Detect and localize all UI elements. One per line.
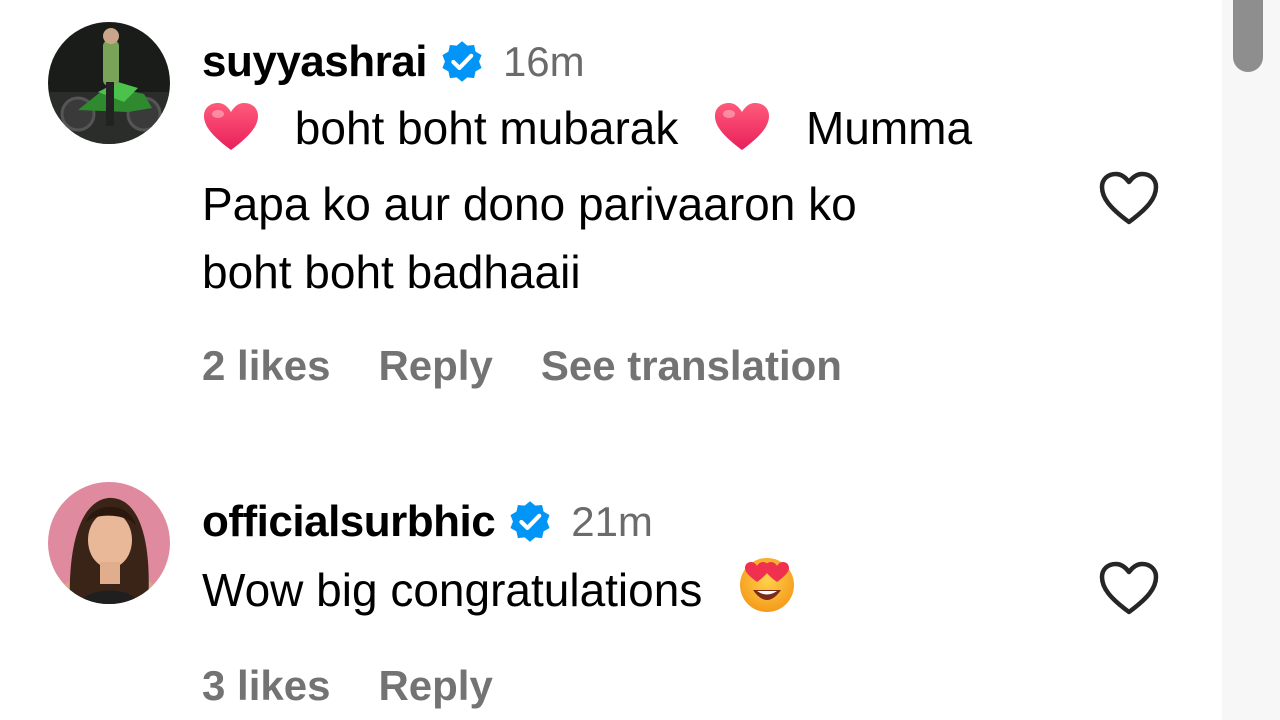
likes-count[interactable]: 2 likes	[202, 342, 330, 390]
verified-badge-icon	[507, 499, 553, 545]
reply-button[interactable]: Reply	[378, 662, 492, 710]
comment-text-segment: boht boht mubarak	[294, 102, 679, 154]
comment-text: boht boht mubarak Mumma Papa ko aur dono…	[202, 94, 972, 306]
comment-actions: 2 likes Reply See translation	[202, 342, 842, 390]
comment-line: boht boht badhaaii	[202, 246, 581, 298]
comment-item: officialsurbhic 21m Wow big congratulati…	[0, 482, 1222, 720]
see-translation-button[interactable]: See translation	[541, 342, 842, 390]
heart-emoji-icon	[713, 102, 771, 170]
avatar[interactable]	[48, 22, 170, 144]
avatar[interactable]	[48, 482, 170, 604]
comment-text-segment: Wow big congratulations	[202, 564, 703, 616]
username[interactable]: suyyashrai	[202, 37, 427, 87]
comments-panel: suyyashrai 16m boht boht mubarak Mumma P…	[0, 0, 1280, 720]
likes-count[interactable]: 3 likes	[202, 662, 330, 710]
heart-emoji-icon	[202, 102, 260, 170]
username[interactable]: officialsurbhic	[202, 497, 496, 547]
heart-eyes-emoji-icon	[737, 554, 797, 632]
comment-actions: 3 likes Reply	[202, 662, 493, 710]
comment-timestamp[interactable]: 21m	[571, 498, 653, 546]
comment-header: officialsurbhic 21m	[202, 496, 653, 548]
scrollbar-track[interactable]	[1222, 0, 1280, 720]
scrollbar-thumb[interactable]	[1233, 0, 1263, 72]
comment-line: Papa ko aur dono parivaaron ko	[202, 178, 857, 230]
comment-item: suyyashrai 16m boht boht mubarak Mumma P…	[0, 22, 1222, 402]
comment-line: boht boht mubarak Mumma	[202, 94, 972, 170]
like-heart-icon[interactable]	[1098, 560, 1160, 616]
verified-badge-icon	[439, 39, 485, 85]
comment-text-segment: Mumma	[805, 102, 973, 154]
comment-text: Wow big congratulations	[202, 554, 797, 632]
comment-line: Wow big congratulations	[202, 554, 797, 632]
comment-header: suyyashrai 16m	[202, 36, 585, 88]
comment-timestamp[interactable]: 16m	[503, 38, 585, 86]
reply-button[interactable]: Reply	[378, 342, 492, 390]
like-heart-icon[interactable]	[1098, 170, 1160, 226]
